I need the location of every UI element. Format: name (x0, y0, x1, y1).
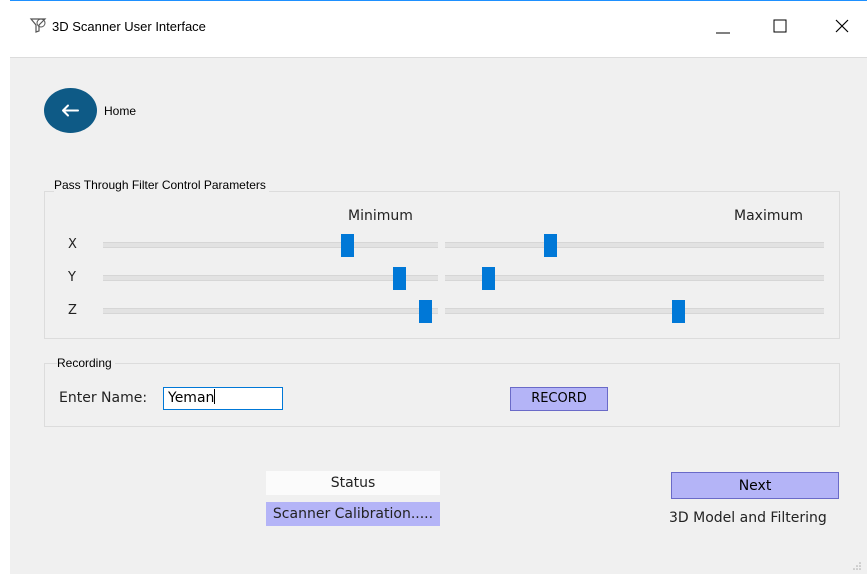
min-slider-x[interactable] (103, 242, 438, 248)
minimize-icon (716, 32, 730, 34)
axis-label-z: Z (68, 303, 77, 318)
home-button[interactable] (44, 88, 97, 133)
minimize-button[interactable] (708, 11, 738, 41)
name-input-value: Yeman (168, 390, 215, 406)
name-input[interactable]: Yeman (163, 387, 283, 410)
maximize-button[interactable] (765, 11, 795, 41)
min-slider-handle-z[interactable] (418, 299, 432, 323)
maximum-header: Maximum (734, 208, 803, 224)
axis-label-x: X (68, 237, 77, 252)
filter-group-title: Pass Through Filter Control Parameters (54, 178, 269, 192)
maximize-icon (773, 19, 787, 33)
status-header: Status (266, 471, 440, 495)
name-label: Enter Name: (59, 390, 148, 406)
min-slider-z[interactable] (103, 308, 438, 314)
app-icon (29, 18, 47, 33)
max-slider-handle-x[interactable] (543, 233, 557, 257)
resize-grip-icon[interactable] (851, 560, 863, 572)
max-slider-y[interactable] (445, 275, 824, 281)
close-button[interactable] (827, 11, 857, 41)
arrow-left-icon (62, 104, 79, 117)
max-slider-handle-y[interactable] (481, 266, 495, 290)
min-slider-y[interactable] (103, 275, 438, 281)
home-label: Home (104, 104, 137, 118)
minimum-header: Minimum (348, 208, 413, 224)
max-slider-x[interactable] (445, 242, 824, 248)
max-slider-handle-z[interactable] (671, 299, 685, 323)
status-value: Scanner Calibration..... (266, 502, 440, 526)
max-slider-z[interactable] (445, 308, 824, 314)
next-button[interactable]: Next (671, 472, 839, 499)
min-slider-handle-x[interactable] (341, 233, 355, 257)
min-slider-handle-y[interactable] (392, 266, 406, 290)
next-caption: 3D Model and Filtering (669, 510, 827, 526)
text-caret (214, 389, 216, 404)
title-bar: 3D Scanner User Interface (10, 0, 867, 57)
close-icon (835, 19, 849, 33)
window-title: 3D Scanner User Interface (52, 19, 206, 34)
axis-label-y: Y (68, 270, 76, 285)
recording-group-title: Recording (57, 356, 115, 370)
record-button[interactable]: RECORD (510, 387, 608, 411)
background-window-edge (0, 0, 10, 573)
filter-group (44, 191, 840, 339)
